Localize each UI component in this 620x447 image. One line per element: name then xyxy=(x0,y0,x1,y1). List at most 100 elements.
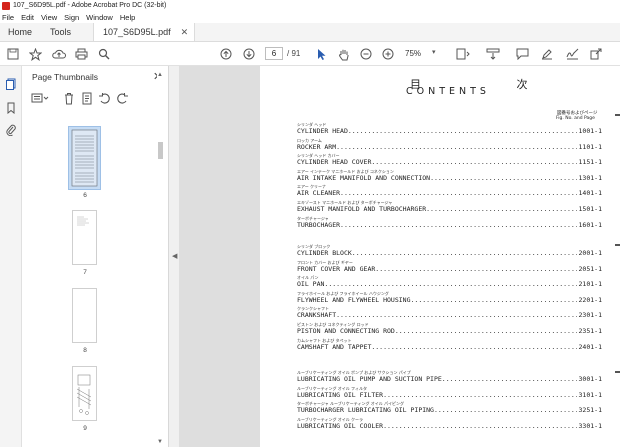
entry-name: LUBRICATING OIL PUMP AND SUCTION PIPE xyxy=(297,375,442,383)
contents-entry: フロント カバー および ギヤー FRONT COVER AND GEAR ...… xyxy=(297,260,602,273)
zoom-dropdown-icon[interactable]: ▾ xyxy=(432,48,436,56)
thumbnail-page-6[interactable] xyxy=(68,126,101,190)
hand-tool-icon[interactable] xyxy=(338,46,350,62)
entry-name: PISTON AND CONNECTING ROD xyxy=(297,327,395,335)
scroll-down-icon[interactable]: ▼ xyxy=(157,439,163,445)
sign-icon[interactable] xyxy=(566,46,579,62)
undo-icon[interactable] xyxy=(98,92,112,106)
insert-page-icon[interactable] xyxy=(81,92,95,106)
menu-sign[interactable]: Sign xyxy=(64,13,79,22)
thumbnail-label: 6 xyxy=(83,192,87,199)
toolbar: 6 / 91 75% ▾ xyxy=(0,42,620,66)
entry-line: TURBOCHAGER ............................… xyxy=(297,221,602,229)
thumbnail-scrollbar[interactable]: ▲ ▼ xyxy=(157,72,164,447)
entry-line: PISTON AND CONNECTING ROD ..............… xyxy=(297,327,602,335)
tab-home[interactable]: Home xyxy=(0,23,41,41)
highlight-pen-icon[interactable] xyxy=(541,46,553,62)
entry-name: OIL PAN xyxy=(297,280,325,289)
scroll-up-icon[interactable]: ▲ xyxy=(157,72,163,78)
contents-entry: ルーブリケーティング オイル ポンプ および サクション パイプ LUBRICAT… xyxy=(297,370,602,383)
menu-view[interactable]: View xyxy=(41,13,57,22)
entry-page: 3301-1 xyxy=(578,421,602,430)
select-cursor-icon[interactable] xyxy=(317,46,327,62)
dot-leader: ........................................… xyxy=(410,295,577,304)
tab-document[interactable]: 107_S6D95L.pdf ✕ xyxy=(93,23,196,41)
comment-icon[interactable] xyxy=(516,46,529,62)
contents-entry: フライホイール および フライホイール ハウジング FLYWHEEL AND FL… xyxy=(297,291,602,304)
contents-entry: クランクシャフト CRANKSHAFT .....................… xyxy=(297,306,602,319)
menu-window[interactable]: Window xyxy=(86,13,113,22)
menu-edit[interactable]: Edit xyxy=(21,13,34,22)
next-page-icon[interactable] xyxy=(243,46,255,62)
entry-page: 1301-1 xyxy=(578,173,602,182)
redo-icon[interactable] xyxy=(116,92,130,106)
acrobat-logo-icon xyxy=(2,1,10,10)
entry-name: CAMSHAFT AND TAPPET xyxy=(297,342,372,351)
thumbnail-label: 9 xyxy=(83,425,87,432)
entry-page: 2001-1 xyxy=(578,249,602,257)
dot-leader: ........................................… xyxy=(371,342,576,351)
contents-entry: ターボチャージャ ルーブリケーティング オイル パイピング TURBOCHARGE… xyxy=(297,401,602,414)
attachments-icon[interactable] xyxy=(5,124,17,137)
dot-leader: ........................................… xyxy=(340,220,576,229)
heading-contents: CONTENTS xyxy=(406,86,490,97)
page-number-input[interactable]: 6 xyxy=(265,47,283,60)
dot-leader: ........................................… xyxy=(383,390,576,399)
scroll-mode-icon[interactable] xyxy=(486,46,500,62)
dot-leader: ........................................… xyxy=(430,173,576,182)
entry-page: 2351-1 xyxy=(578,327,602,335)
thumbnail-page-9[interactable] xyxy=(72,366,97,421)
thumbnail-page-7-preview xyxy=(77,216,89,226)
entry-name: LUBRICATING OIL COOLER xyxy=(297,421,384,430)
bookmark-star-icon[interactable] xyxy=(29,46,42,62)
contents-entry: エアー クリーナ AIR CLEANER ....................… xyxy=(297,184,602,197)
contents-entry: シリンダ ブロック CYLINDER BLOCK ................… xyxy=(297,244,602,257)
close-tab-icon[interactable]: ✕ xyxy=(181,27,189,38)
delete-page-icon[interactable] xyxy=(63,92,77,106)
entry-line: AIR CLEANER ............................… xyxy=(297,189,602,197)
entry-name: FLYWHEEL AND FLYWHEEL HOUSING xyxy=(297,295,411,304)
dot-leader: ........................................… xyxy=(426,205,576,213)
options-menu-icon[interactable] xyxy=(31,92,49,106)
previous-page-icon[interactable] xyxy=(220,46,232,62)
dot-leader: ........................................… xyxy=(375,264,577,273)
contents-entry: シリンダ ヘッド カバー CYLINDER HEAD COVER ........… xyxy=(297,153,602,166)
entry-line: CAMSHAFT AND TAPPET ....................… xyxy=(297,343,602,351)
bookmarks-icon[interactable] xyxy=(5,102,17,115)
entry-line: TURBOCHARGER LUBRICATING OIL PIPING ....… xyxy=(297,406,602,414)
document-view[interactable]: 目 次 CONTENTS 図番号およびページ Fig. No. and Page… xyxy=(179,66,620,447)
page-edge-mark xyxy=(615,114,620,116)
tab-document-label: 107_S6D95L.pdf xyxy=(103,27,171,37)
zoom-level-input[interactable]: 75% xyxy=(405,47,435,60)
page-edge-mark xyxy=(615,244,620,246)
entry-page: 2401-1 xyxy=(578,342,602,351)
share-tool-icon[interactable] xyxy=(590,46,603,62)
entry-line: OIL PAN ................................… xyxy=(297,280,602,288)
entry-line: LUBRICATING OIL PUMP AND SUCTION PIPE ..… xyxy=(297,375,602,383)
thumbnail-page-8[interactable] xyxy=(72,288,97,343)
entry-name: FRONT COVER AND GEAR xyxy=(297,264,376,273)
print-icon[interactable] xyxy=(75,46,88,62)
dot-leader: ........................................… xyxy=(441,375,577,383)
page-thumbnails-icon[interactable] xyxy=(5,78,17,90)
scrollbar-thumb[interactable] xyxy=(158,142,163,159)
thumbnail-page-7[interactable] xyxy=(72,210,97,265)
dot-leader: ........................................… xyxy=(383,421,576,430)
panel-splitter[interactable]: ◀ xyxy=(168,66,179,447)
entry-page: 3251-1 xyxy=(578,406,602,415)
zoom-out-icon[interactable] xyxy=(360,46,372,62)
zoom-in-icon[interactable] xyxy=(382,46,394,62)
menu-file[interactable]: File xyxy=(2,13,14,22)
tab-tools[interactable]: Tools xyxy=(41,23,93,41)
menu-help[interactable]: Help xyxy=(120,13,135,22)
entry-line: LUBRICATING OIL COOLER .................… xyxy=(297,422,602,430)
panel-toolbar xyxy=(31,92,159,108)
upload-cloud-icon[interactable] xyxy=(52,46,66,62)
fit-page-icon[interactable] xyxy=(456,46,470,62)
search-icon[interactable] xyxy=(98,46,110,62)
save-icon[interactable] xyxy=(7,46,19,62)
dot-leader: ........................................… xyxy=(340,189,576,198)
contents-entry: エキゾースト マニホールド および ターボチャージャ EXHAUST MANIFO… xyxy=(297,200,602,213)
collapse-panel-icon[interactable]: ◀ xyxy=(172,252,177,260)
entry-line: FLYWHEEL AND FLYWHEEL HOUSING ..........… xyxy=(297,296,602,304)
